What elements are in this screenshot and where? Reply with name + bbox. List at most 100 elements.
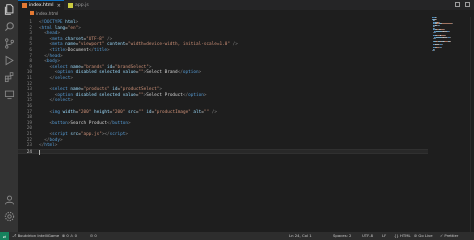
html-file-icon: [30, 11, 34, 16]
breadcrumb-file[interactable]: index.html: [36, 11, 58, 16]
js-file-icon: [68, 2, 73, 8]
breadcrumb: index.html: [18, 10, 474, 17]
code-token: >: [59, 137, 63, 143]
tab-label: index.html: [29, 3, 54, 8]
line-number: 24: [26, 149, 32, 155]
status-ports[interactable]: ⊙ 0: [90, 232, 97, 240]
more-actions-icon[interactable]: [465, 2, 470, 7]
source-control-icon[interactable]: [3, 37, 15, 49]
status-encoding[interactable]: UTF-8: [362, 232, 373, 240]
settings-gear-icon[interactable]: [3, 210, 15, 222]
minimap-stroke: [435, 36, 443, 38]
code-token: select: [54, 76, 71, 81]
code-token: img: [52, 109, 60, 115]
code-token: height: [91, 109, 110, 115]
code-token: html: [41, 25, 53, 31]
code-token: option: [57, 70, 74, 76]
code-editor[interactable]: 1 <!DOCTYPE html> 2 <html lang="en"> 3 <head…: [18, 17, 430, 232]
code-token: button: [52, 120, 68, 126]
code-token: >: [70, 76, 74, 81]
activity-bar: [0, 0, 18, 232]
tab-app-js[interactable]: app.js: [64, 0, 104, 10]
code-token: Select Brand: [146, 70, 178, 76]
code-token: "productImage": [154, 109, 191, 115]
code-token: Document: [67, 48, 89, 53]
tab-index-html[interactable]: index.html ×: [18, 0, 64, 10]
code-token: >: [70, 98, 74, 104]
status-branch[interactable]: ⎇ Boutdrion IntelliGame: [12, 232, 59, 240]
code-token: "app.js": [80, 132, 102, 137]
account-icon[interactable]: [3, 193, 15, 205]
status-indentation[interactable]: Spaces: 2: [333, 232, 351, 240]
split-editor-icon[interactable]: [455, 2, 460, 7]
code-token: title: [52, 48, 66, 53]
remote-explorer-icon[interactable]: [3, 88, 15, 100]
html-file-icon: [22, 3, 27, 8]
minimap-stroke: [441, 23, 453, 24]
code-token: ></: [101, 132, 110, 137]
code-token: title: [93, 48, 108, 53]
minimap-stroke: [435, 30, 443, 32]
code-token: >: [127, 120, 131, 126]
code-token: "viewport": [78, 42, 105, 48]
code-token: script: [52, 132, 68, 137]
code-token: >: [75, 20, 79, 25]
search-icon[interactable]: [3, 20, 15, 32]
status-problems[interactable]: ⊗ 0 ⚠ 0: [62, 232, 77, 240]
extensions-icon[interactable]: [3, 71, 15, 83]
code-token: script: [109, 132, 126, 137]
status-language[interactable]: {} HTML: [394, 232, 411, 240]
code-token: meta: [52, 42, 63, 48]
code-token: >: [198, 70, 202, 76]
editor-scrollbar[interactable]: [470, 17, 474, 232]
code-token: lang: [52, 25, 66, 31]
remote-indicator-icon[interactable]: ⇌: [0, 232, 9, 240]
code-token: width: [59, 109, 76, 115]
close-icon[interactable]: ×: [57, 3, 61, 9]
status-prettier[interactable]: ✓ Prettier: [440, 232, 458, 240]
code-token: >: [203, 92, 207, 98]
code-token: name: [62, 42, 76, 48]
status-cursor-position[interactable]: Ln 24, Col 1: [289, 232, 312, 240]
code-token: disabled selected value: [73, 70, 136, 76]
tab-bar: index.html × app.js: [18, 0, 474, 10]
code-token: >: [159, 87, 162, 93]
code-token: name: [67, 87, 81, 93]
status-go-live[interactable]: ⊘ Go Live: [414, 232, 433, 240]
code-token: "200": [78, 109, 92, 115]
code-token: />: [229, 42, 238, 48]
code-token: html: [62, 20, 76, 25]
code-token: >: [57, 59, 60, 65]
minimap[interactable]: [432, 17, 470, 57]
code-token: select: [52, 87, 68, 93]
code-token: content: [104, 42, 126, 48]
files-icon[interactable]: [3, 3, 15, 15]
code-token: >: [59, 53, 63, 59]
code-token: !DOCTYPE: [41, 20, 63, 25]
status-bar: ⇌ ⎇ Boutdrion IntelliGame ⊗ 0 ⚠ 0 ⊙ 0 Ln…: [0, 232, 474, 240]
code-token: body: [46, 59, 58, 65]
code-token: src: [125, 109, 136, 115]
code-token: Search Product: [70, 120, 108, 126]
code-token: option: [182, 70, 199, 76]
code-token: body: [49, 137, 60, 143]
code-token: id: [109, 87, 118, 93]
code-token: >: [125, 132, 128, 137]
minimap-stroke: [450, 41, 452, 42]
code-token: select: [54, 98, 71, 104]
run-debug-icon[interactable]: [3, 54, 15, 66]
code-token: button: [112, 120, 128, 126]
code-line[interactable]: 24: [18, 148, 428, 155]
status-eol[interactable]: LF: [382, 232, 386, 240]
code-token: "products": [83, 87, 110, 93]
code-token: >: [78, 25, 81, 31]
code-token: >: [54, 143, 58, 149]
code-token: "200": [112, 109, 126, 115]
